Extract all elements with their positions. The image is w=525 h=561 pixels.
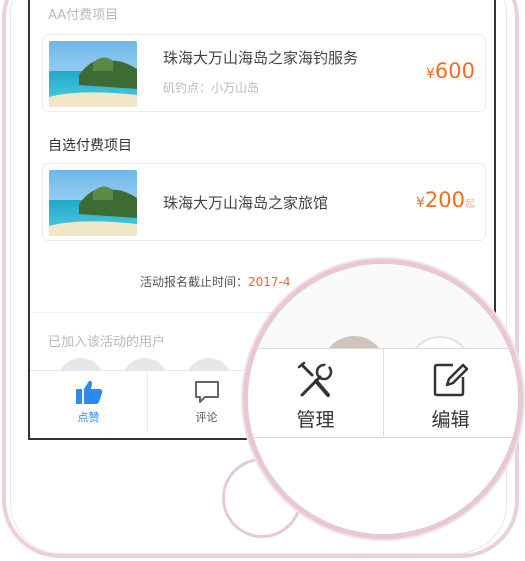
like-tab[interactable]: 点赞: [30, 371, 148, 433]
tools-icon: [296, 361, 336, 403]
paid-item-price: ¥600: [426, 59, 475, 83]
comment-icon: [193, 379, 221, 409]
deadline-label: 活动报名截止时间：: [140, 275, 249, 289]
joined-users-label: 已加入该活动的用户: [48, 335, 166, 350]
price-value: 600: [434, 59, 475, 83]
optional-section-label: 自选付费项目: [48, 138, 132, 154]
price-suffix: 起: [465, 199, 475, 210]
manage-label: 管理: [296, 409, 335, 431]
paid-item-subtitle: 矶钓点：小万山岛: [163, 81, 260, 95]
paid-item-card[interactable]: 珠海大万山海岛之家海钓服务 矶钓点：小万山岛 ¥600: [42, 34, 486, 112]
price-symbol: ¥: [425, 66, 435, 82]
like-tab-label: 点赞: [77, 411, 100, 424]
optional-item-title: 珠海大万山海岛之家旅馆: [163, 194, 329, 212]
action-separator: [383, 348, 384, 436]
edit-button[interactable]: 编辑: [383, 349, 518, 437]
paid-section-label: AA付费项目: [48, 8, 119, 23]
optional-item-price: ¥200起: [416, 188, 475, 212]
manage-button[interactable]: 管理: [248, 349, 383, 437]
edit-icon: [431, 361, 471, 403]
optional-item-card[interactable]: 珠海大万山海岛之家旅馆 ¥200起: [42, 163, 486, 241]
price-symbol: ¥: [415, 195, 425, 211]
edit-label: 编辑: [431, 409, 470, 431]
magnified-background: [248, 264, 518, 348]
island-thumbnail: [49, 41, 137, 107]
island-thumbnail: [49, 170, 137, 236]
paid-item-title: 珠海大万山海岛之家海钓服务: [163, 49, 359, 67]
thumbs-up-icon: [75, 379, 103, 409]
magnifier-lens: 管理 编辑: [248, 264, 518, 534]
price-value: 200: [424, 188, 465, 212]
